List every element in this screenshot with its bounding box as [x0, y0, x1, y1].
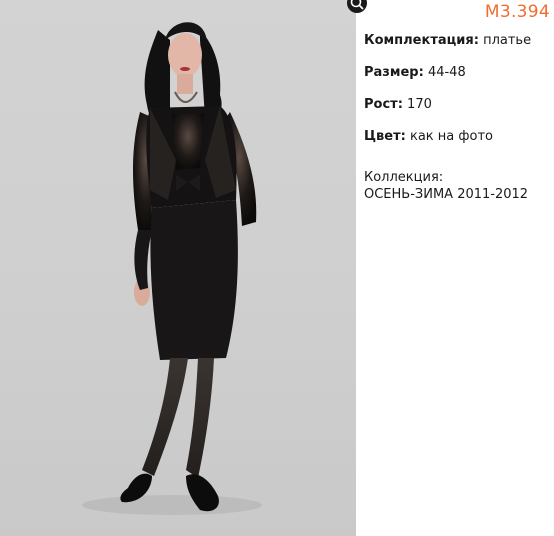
spec-size-label: Размер:	[364, 65, 424, 80]
spec-color-value: как на фото	[409, 129, 493, 144]
spec-size-value: 44-48	[427, 65, 466, 80]
spec-height-value: 170	[407, 97, 432, 112]
spec-set-value: платье	[483, 33, 532, 48]
spec-set-label: Комплектация:	[364, 33, 479, 48]
model-illustration	[82, 22, 262, 515]
spec-color-label: Цвет:	[364, 129, 406, 144]
spec-height: Рост: 170	[364, 96, 550, 113]
product-photo[interactable]	[0, 0, 356, 536]
spec-set: Комплектация: платье	[364, 32, 550, 49]
product-details: Комплектация: платье Размер: 44-48 Рост:…	[364, 32, 550, 203]
magnifier-icon	[347, 0, 367, 13]
product-sku: М3.394	[484, 2, 550, 22]
zoom-icon[interactable]	[346, 0, 368, 14]
spec-height-label: Рост:	[364, 97, 403, 112]
spec-size: Размер: 44-48	[364, 64, 550, 81]
collection-label: Коллекция:	[364, 170, 444, 185]
collection-value: ОСЕНЬ-ЗИМА 2011-2012	[364, 187, 529, 202]
spec-color: Цвет: как на фото	[364, 128, 550, 145]
collection-block: Коллекция: ОСЕНЬ-ЗИМА 2011-2012	[364, 169, 550, 203]
